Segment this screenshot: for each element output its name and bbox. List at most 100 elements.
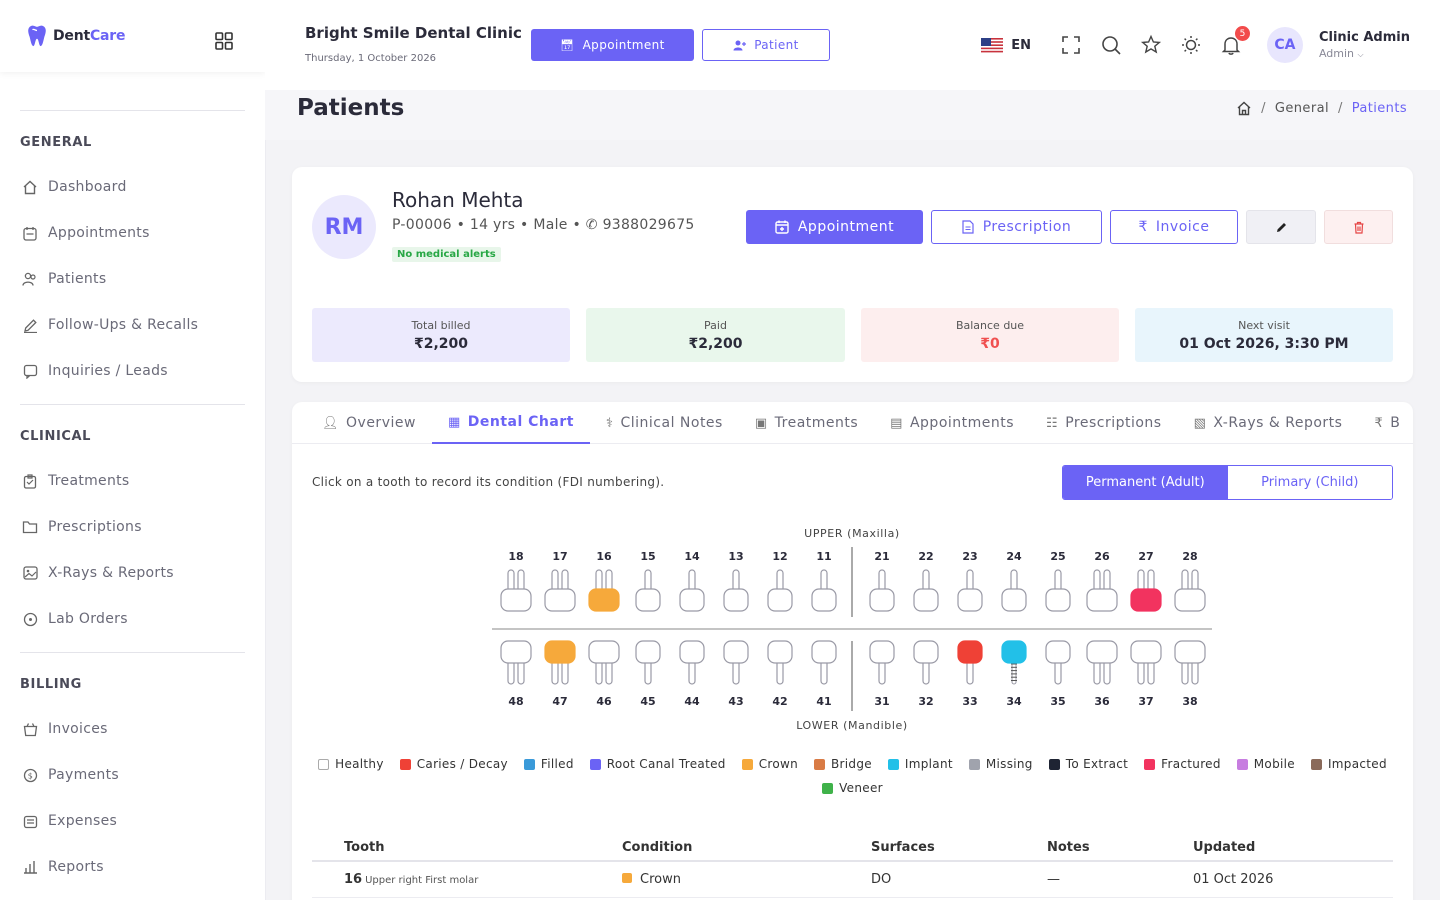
tooth-42[interactable]: 42	[767, 640, 793, 708]
tooth-46[interactable]: 46	[588, 640, 620, 708]
table-row[interactable]: 16 Upper right First molar Crown DO — 01 …	[312, 862, 1393, 898]
tooth-12[interactable]: 12	[767, 550, 793, 612]
tab-b[interactable]: ₹ B	[1358, 402, 1413, 444]
tooth-number: 31	[874, 695, 889, 708]
tooth-44[interactable]: 44	[679, 640, 705, 708]
stat-balance-due: Balance due ₹0	[861, 308, 1119, 362]
tooth-24[interactable]: 24	[1001, 550, 1027, 612]
new-patient-button[interactable]: Patient	[702, 29, 830, 61]
tooth-crown	[1130, 640, 1162, 664]
user-avatar[interactable]: CA	[1266, 27, 1303, 63]
tab-x-rays-reports[interactable]: ▧ X-Rays & Reports	[1178, 402, 1359, 444]
delete-patient-button[interactable]	[1324, 210, 1393, 244]
tooth-crown	[767, 640, 793, 664]
sidebar-item-inquiries-leads[interactable]: Inquiries / Leads	[20, 348, 245, 394]
notifications-button[interactable]: 5	[1220, 26, 1250, 56]
sidebar-item-expenses[interactable]: Expenses	[20, 798, 245, 844]
tooth-26[interactable]: 26	[1086, 550, 1118, 612]
tooth-23[interactable]: 23	[957, 550, 983, 612]
apps-grid-icon[interactable]	[215, 32, 233, 50]
tooth-number: 24	[1006, 550, 1022, 563]
sidebar-item-patients[interactable]: Patients	[20, 256, 245, 302]
tooth-32[interactable]: 32	[913, 640, 939, 708]
document-icon	[962, 220, 974, 234]
tooth-41[interactable]: 41	[811, 640, 837, 708]
theme-sun-icon[interactable]	[1180, 34, 1202, 56]
tooth-34[interactable]: 34	[1001, 640, 1027, 708]
tooth-22[interactable]: 22	[913, 550, 939, 612]
legend-swatch	[1236, 758, 1248, 770]
tooth-crown	[869, 640, 895, 664]
tab-dental-chart[interactable]: ▦ Dental Chart	[431, 402, 590, 444]
sidebar-item-appointments[interactable]: Appointments	[20, 210, 245, 256]
permanent-adult-toggle[interactable]: Permanent (Adult)	[1063, 466, 1228, 499]
breadcrumb-general[interactable]: General	[1275, 101, 1329, 116]
tooth-37[interactable]: 37	[1130, 640, 1162, 708]
home-icon[interactable]	[1236, 101, 1252, 116]
sidebar-item-dashboard[interactable]: Dashboard	[20, 164, 245, 210]
tooth-18[interactable]: 18	[500, 550, 532, 612]
sidebar-item-reports[interactable]: Reports	[20, 844, 245, 890]
tooth-crown	[913, 640, 939, 664]
tooth-28[interactable]: 28	[1174, 550, 1206, 612]
tab-overview[interactable]: 👤︎ Overview	[306, 402, 432, 444]
tab-treatments[interactable]: ▣ Treatments	[739, 402, 874, 444]
user-menu[interactable]: Clinic Admin Admin ⌵	[1319, 30, 1410, 60]
legend-label: Implant	[904, 757, 953, 771]
patient-summary-card: RM Rohan Mehta P-00006 • 14 yrs • Male •…	[292, 167, 1413, 382]
new-patient-label: Patient	[754, 38, 799, 52]
star-icon[interactable]	[1140, 34, 1162, 56]
tab-prescriptions[interactable]: ☷ Prescriptions	[1030, 402, 1178, 444]
tooth-number: 13	[728, 550, 743, 563]
tooth-15[interactable]: 15	[635, 550, 661, 612]
tooth-13[interactable]: 13	[723, 550, 749, 612]
sidebar-item-lab-orders[interactable]: Lab Orders	[20, 596, 245, 642]
tooth-43[interactable]: 43	[723, 640, 749, 708]
tooth-11[interactable]: 11	[811, 550, 837, 612]
tooth-48[interactable]: 48	[500, 640, 532, 708]
tooth-47[interactable]: 47	[544, 640, 576, 708]
tooth-45[interactable]: 45	[635, 640, 661, 708]
us-flag-icon[interactable]	[981, 37, 1004, 53]
tooth-16[interactable]: 16	[588, 550, 620, 612]
tooth-35[interactable]: 35	[1045, 640, 1071, 708]
language-label[interactable]: EN	[1011, 38, 1031, 53]
tab-label: Treatments	[774, 415, 859, 431]
legend-swatch	[1310, 758, 1322, 770]
new-appointment-button[interactable]: 📅︎ Appointment	[531, 29, 694, 61]
tooth-25[interactable]: 25	[1045, 550, 1071, 612]
edit-patient-button[interactable]	[1246, 210, 1316, 244]
tooth-38[interactable]: 38	[1174, 640, 1206, 708]
sidebar-item-follow-ups-recalls[interactable]: Follow-Ups & Recalls	[20, 302, 245, 348]
tooth-33[interactable]: 33	[957, 640, 983, 708]
tab-clinical-notes[interactable]: ⚕︎ Clinical Notes	[590, 402, 739, 444]
tooth-14[interactable]: 14	[679, 550, 705, 612]
book-appointment-button[interactable]: Appointment	[746, 210, 923, 244]
patient-name: Rohan Mehta	[392, 188, 524, 212]
sidebar-divider	[20, 110, 245, 111]
fullscreen-icon[interactable]	[1060, 34, 1082, 56]
sidebar-item-treatments[interactable]: Treatments	[20, 458, 245, 504]
user-name: Clinic Admin	[1318, 30, 1410, 45]
tooth-27[interactable]: 27	[1130, 550, 1162, 612]
sidebar-item-payments[interactable]: $ Payments	[20, 752, 245, 798]
tooth-number: 35	[1050, 695, 1065, 708]
tooth-crown	[1174, 640, 1206, 664]
tooth-21[interactable]: 21	[869, 550, 895, 612]
search-icon[interactable]	[1100, 34, 1122, 56]
stat-label: Paid	[704, 318, 727, 332]
sidebar-item-x-rays-reports[interactable]: X-Rays & Reports	[20, 550, 245, 596]
legend-swatch	[589, 758, 601, 770]
tab-appointments[interactable]: ▤ Appointments	[874, 402, 1030, 444]
invoice-button[interactable]: ₹ Invoice	[1110, 210, 1238, 244]
primary-child-toggle[interactable]: Primary (Child)	[1227, 466, 1392, 499]
stat-value: 01 Oct 2026, 3:30 PM	[1179, 335, 1349, 352]
tooth-31[interactable]: 31	[869, 640, 895, 708]
sidebar-item-invoices[interactable]: Invoices	[20, 706, 245, 752]
sidebar-item-prescriptions[interactable]: Prescriptions	[20, 504, 245, 550]
tooth-36[interactable]: 36	[1086, 640, 1118, 708]
tooth-17[interactable]: 17	[544, 550, 576, 612]
prescription-button[interactable]: Prescription	[931, 210, 1102, 244]
brand[interactable]: DentCare	[0, 0, 265, 72]
nav-section-title: CLINICAL	[20, 429, 92, 444]
